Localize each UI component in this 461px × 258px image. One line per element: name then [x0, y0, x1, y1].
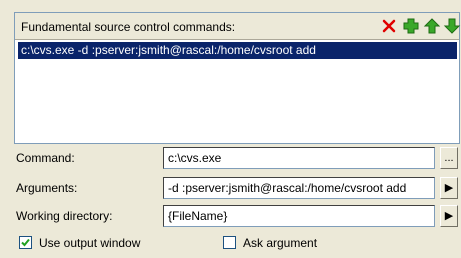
- ask-argument-label: Ask argument: [243, 236, 318, 250]
- workdir-menu-button[interactable]: ▶: [440, 205, 458, 227]
- list-item[interactable]: c:\cvs.exe -d :pserver:jsmith@rascal:/ho…: [18, 42, 457, 59]
- delete-button[interactable]: [379, 16, 399, 36]
- workdir-field[interactable]: {FileName}: [163, 205, 435, 227]
- delete-icon: [382, 19, 396, 33]
- arguments-field[interactable]: -d :pserver:jsmith@rascal:/home/cvsroot …: [163, 177, 435, 199]
- command-label: Command:: [16, 151, 75, 165]
- browse-button[interactable]: ...: [440, 147, 458, 169]
- command-field[interactable]: c:\cvs.exe: [163, 147, 435, 169]
- panel-header: Fundamental source control commands:: [15, 13, 461, 40]
- commands-panel: Fundamental source control commands: c:\…: [14, 12, 461, 144]
- use-output-checkbox[interactable]: [19, 236, 32, 249]
- move-up-button[interactable]: [422, 16, 442, 36]
- add-icon: [403, 18, 419, 34]
- move-down-button[interactable]: [442, 16, 461, 36]
- workdir-label: Working directory:: [16, 209, 113, 223]
- ask-argument-checkbox[interactable]: [223, 236, 236, 249]
- move-up-icon: [423, 18, 441, 34]
- move-down-icon: [443, 18, 461, 34]
- use-output-label: Use output window: [39, 236, 141, 250]
- arguments-menu-button[interactable]: ▶: [440, 177, 458, 199]
- commands-list[interactable]: c:\cvs.exe -d :pserver:jsmith@rascal:/ho…: [15, 41, 459, 143]
- arguments-label: Arguments:: [16, 181, 78, 195]
- add-button[interactable]: [401, 16, 421, 36]
- panel-title: Fundamental source control commands:: [21, 20, 236, 34]
- checkmark-icon: [21, 238, 30, 247]
